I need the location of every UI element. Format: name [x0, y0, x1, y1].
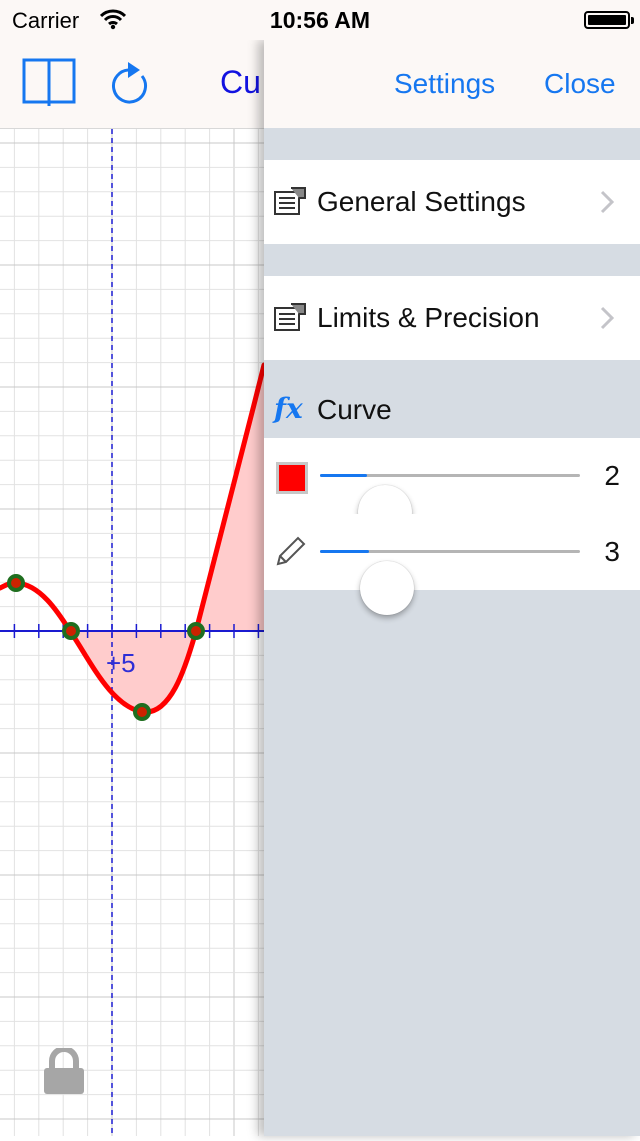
lock-icon[interactable]: [42, 1046, 86, 1101]
curve-point[interactable]: [7, 574, 25, 592]
settings-list-icon: [273, 186, 307, 221]
curve-point[interactable]: [62, 622, 80, 640]
settings-list-icon: [273, 302, 307, 337]
curve-point[interactable]: [133, 703, 151, 721]
book-icon[interactable]: [22, 58, 76, 113]
axis-label: +5: [106, 648, 136, 678]
settings-title-button[interactable]: Settings: [394, 68, 495, 100]
graph-title[interactable]: Cu: [220, 64, 261, 101]
general-settings-row[interactable]: General Settings: [264, 160, 640, 244]
fx-icon: fx: [274, 392, 303, 425]
status-bar: Carrier 10:56 AM: [0, 0, 640, 40]
limits-precision-row[interactable]: Limits & Precision: [264, 276, 640, 360]
color-swatch[interactable]: [276, 462, 308, 494]
clock-time: 10:56 AM: [269, 7, 371, 33]
color-value: 2: [604, 460, 620, 491]
curve-section-header: fx Curve: [264, 390, 640, 434]
chevron-right-icon: [600, 190, 615, 219]
curve-point[interactable]: [187, 622, 205, 640]
settings-nav-bar: Settings Close: [264, 40, 640, 128]
limits-precision-label: Limits & Precision: [317, 302, 540, 333]
width-slider[interactable]: [320, 550, 580, 615]
curve-section-label: Curve: [317, 394, 392, 425]
battery-icon: [584, 11, 634, 29]
settings-panel: Settings Close General Settings Limits &…: [264, 40, 640, 1136]
curve-color-row: 2: [264, 438, 640, 539]
width-slider-thumb[interactable]: [360, 561, 414, 615]
color-slider-fill: [320, 474, 367, 477]
pencil-icon: [272, 534, 308, 575]
chevron-right-icon: [600, 306, 615, 335]
refresh-icon[interactable]: [106, 58, 152, 113]
close-button[interactable]: Close: [544, 68, 616, 100]
width-value: 3: [604, 536, 620, 567]
curve-width-row: 3: [264, 514, 640, 615]
general-settings-label: General Settings: [317, 186, 526, 217]
color-slider[interactable]: [320, 474, 580, 539]
width-slider-fill: [320, 550, 369, 553]
